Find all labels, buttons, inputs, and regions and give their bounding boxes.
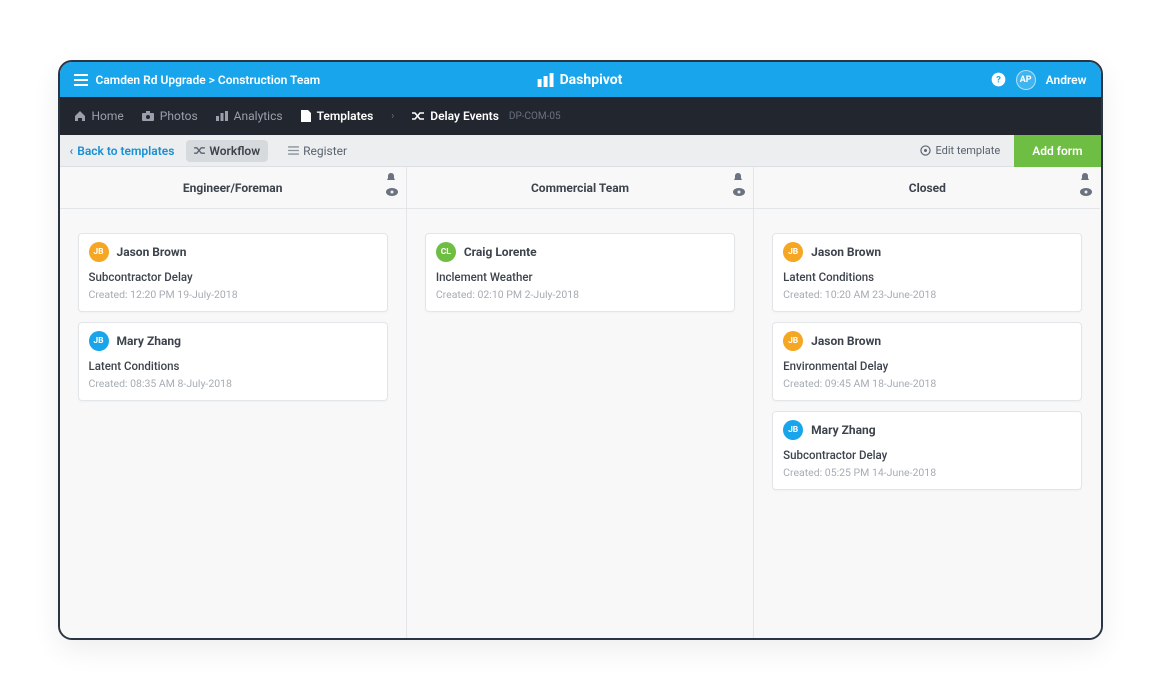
workflow-column: Closed JB Jason Brown Latent Conditions Crea…: [754, 167, 1100, 638]
view-workflow[interactable]: Workflow: [186, 140, 268, 162]
bell-icon[interactable]: [1080, 173, 1092, 186]
bell-icon[interactable]: [733, 173, 745, 186]
card-title: Latent Conditions: [783, 270, 1071, 284]
breadcrumb[interactable]: Camden Rd Upgrade > Construction Team: [96, 73, 321, 87]
workflow-board: Engineer/Foreman JB Jason Brown Subcontract…: [60, 167, 1101, 638]
nav-templates[interactable]: Templates: [301, 109, 374, 123]
user-avatar[interactable]: AP: [1016, 70, 1036, 90]
column-header: Closed: [754, 167, 1100, 209]
card-author: Mary Zhang: [117, 334, 181, 348]
gear-icon: [920, 145, 931, 156]
bell-icon[interactable]: [386, 173, 398, 186]
edit-template-button[interactable]: Edit template: [906, 144, 1014, 157]
column-header: Engineer/Foreman: [60, 167, 406, 209]
user-name[interactable]: Andrew: [1046, 73, 1087, 87]
form-card[interactable]: CL Craig Lorente Inclement Weather Created:…: [425, 233, 735, 312]
add-form-label: Add form: [1032, 144, 1082, 158]
workflow-column: Commercial Team CL Craig Lorente Inclement …: [407, 167, 754, 638]
card-title: Inclement Weather: [436, 270, 724, 284]
eye-icon[interactable]: [1080, 188, 1092, 199]
file-icon: [301, 110, 311, 122]
column-body: JB Jason Brown Latent Conditions Created: 1…: [754, 209, 1100, 514]
main-nav: Home Photos Analytics Templates › Delay …: [60, 97, 1101, 135]
nav-templates-label: Templates: [317, 109, 374, 123]
workflow-column: Engineer/Foreman JB Jason Brown Subcontract…: [60, 167, 407, 638]
nav-sub-delay-events[interactable]: Delay Events DP-COM-05: [412, 109, 560, 123]
chevron-left-icon: ‹: [70, 144, 74, 158]
add-form-button[interactable]: Add form: [1014, 135, 1100, 167]
card-author: Jason Brown: [811, 245, 881, 259]
edit-template-label: Edit template: [935, 144, 1000, 157]
view-workflow-label: Workflow: [209, 144, 260, 158]
column-title: Closed: [909, 181, 946, 195]
nav-analytics[interactable]: Analytics: [216, 109, 283, 123]
card-avatar: JB: [89, 331, 109, 351]
card-author: Jason Brown: [117, 245, 187, 259]
form-card[interactable]: JB Jason Brown Environmental Delay Created:…: [772, 322, 1082, 401]
card-avatar: JB: [783, 242, 803, 262]
svg-text:?: ?: [996, 75, 1001, 86]
card-avatar: CL: [436, 242, 456, 262]
menu-icon[interactable]: [74, 74, 88, 86]
card-meta: Created: 09:45 AM 18-June-2018: [783, 377, 1071, 390]
back-to-templates[interactable]: ‹ Back to templates: [70, 144, 175, 158]
home-icon: [74, 110, 86, 122]
card-author: Jason Brown: [811, 334, 881, 348]
app-window: Camden Rd Upgrade > Construction Team Da…: [58, 60, 1103, 640]
card-title: Subcontractor Delay: [783, 448, 1071, 462]
shuffle-icon: [412, 111, 424, 121]
chevron-right-icon: ›: [391, 111, 394, 122]
chart-icon: [216, 111, 228, 121]
card-title: Latent Conditions: [89, 359, 377, 373]
eye-icon[interactable]: [386, 188, 398, 199]
brand-name: Dashpivot: [560, 72, 623, 88]
card-meta: Created: 12:20 PM 19-July-2018: [89, 288, 377, 301]
card-avatar: JB: [783, 420, 803, 440]
card-avatar: JB: [783, 331, 803, 351]
form-card[interactable]: JB Jason Brown Latent Conditions Created: 1…: [772, 233, 1082, 312]
nav-sub-label: Delay Events: [430, 109, 499, 123]
template-code: DP-COM-05: [509, 111, 561, 122]
card-author: Mary Zhang: [811, 423, 875, 437]
card-title: Environmental Delay: [783, 359, 1071, 373]
topbar: Camden Rd Upgrade > Construction Team Da…: [60, 62, 1101, 97]
card-meta: Created: 02:10 PM 2-July-2018: [436, 288, 724, 301]
nav-analytics-label: Analytics: [234, 109, 283, 123]
brand-logo[interactable]: Dashpivot: [538, 72, 623, 88]
nav-home[interactable]: Home: [74, 109, 124, 123]
column-body: CL Craig Lorente Inclement Weather Created:…: [407, 209, 753, 336]
view-register-label: Register: [303, 144, 347, 158]
shuffle-icon: [194, 146, 205, 155]
card-meta: Created: 05:25 PM 14-June-2018: [783, 466, 1071, 479]
card-avatar: JB: [89, 242, 109, 262]
column-header: Commercial Team: [407, 167, 753, 209]
camera-icon: [142, 111, 154, 121]
view-register[interactable]: Register: [280, 140, 355, 162]
nav-home-label: Home: [92, 109, 124, 123]
card-author: Craig Lorente: [464, 245, 537, 259]
column-title: Engineer/Foreman: [183, 181, 283, 195]
nav-photos-label: Photos: [160, 109, 198, 123]
form-card[interactable]: JB Mary Zhang Latent Conditions Created: 08…: [78, 322, 388, 401]
card-meta: Created: 10:20 AM 23-June-2018: [783, 288, 1071, 301]
card-title: Subcontractor Delay: [89, 270, 377, 284]
toolbar: ‹ Back to templates Workflow Register Ed…: [60, 135, 1101, 167]
help-icon[interactable]: ?: [991, 72, 1006, 87]
back-label: Back to templates: [77, 144, 174, 158]
eye-icon[interactable]: [733, 188, 745, 199]
bars-icon: [538, 73, 554, 87]
column-body: JB Jason Brown Subcontractor Delay Created:…: [60, 209, 406, 425]
nav-photos[interactable]: Photos: [142, 109, 198, 123]
card-meta: Created: 08:35 AM 8-July-2018: [89, 377, 377, 390]
column-title: Commercial Team: [531, 181, 629, 195]
form-card[interactable]: JB Mary Zhang Subcontractor Delay Created: …: [772, 411, 1082, 490]
list-icon: [288, 146, 299, 155]
form-card[interactable]: JB Jason Brown Subcontractor Delay Created:…: [78, 233, 388, 312]
